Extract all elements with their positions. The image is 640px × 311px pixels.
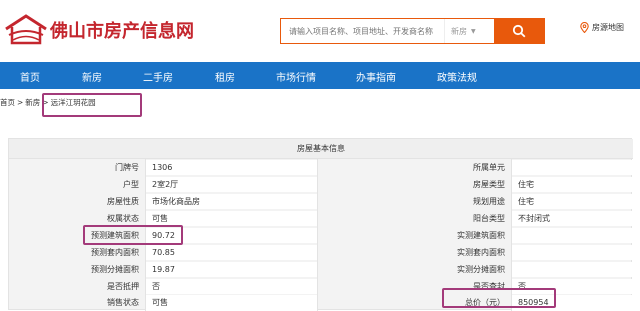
row-value: 否: [146, 279, 317, 294]
house-map-link[interactable]: 房源地图: [580, 22, 624, 33]
row-value: 住宅: [512, 177, 633, 192]
row-label: 实测套内面积: [457, 248, 505, 257]
row-label: 是否抵押: [107, 282, 139, 291]
search-icon: [512, 24, 526, 38]
search-bar: 新房 ▼: [280, 18, 545, 44]
row-label: 门牌号: [115, 163, 139, 172]
nav-item-new-homes[interactable]: 新房: [82, 69, 102, 84]
search-type-label: 新房: [451, 26, 467, 36]
price-highlight-box: [442, 288, 556, 308]
site-name: 佛山市房产信息网: [50, 21, 194, 42]
row-value: 1306: [146, 160, 317, 175]
info-row: 预测套内面积 70.85 实测套内面积: [9, 245, 633, 260]
chevron-down-icon: ▼: [471, 27, 476, 35]
row-label: 房屋类型: [473, 180, 505, 189]
row-value: [512, 262, 633, 277]
row-value: 不封闭式: [512, 211, 633, 226]
info-row: 权属状态 可售 阳台类型 不封闭式: [9, 211, 633, 226]
row-label: 房屋性质: [107, 197, 139, 206]
main-nav: 首页 新房 二手房 租房 市场行情 办事指南 政策法规: [0, 62, 640, 89]
nav-item-home[interactable]: 首页: [20, 69, 40, 84]
row-value: 市场化商品房: [146, 194, 317, 209]
info-row: 门牌号 1306 所属单元: [9, 160, 633, 175]
row-label: 阳台类型: [473, 214, 505, 223]
search-input[interactable]: [281, 19, 444, 43]
row-label: 权属状态: [107, 214, 139, 223]
nav-item-rental[interactable]: 租房: [215, 69, 235, 84]
nav-item-guide[interactable]: 办事指南: [356, 69, 396, 84]
search-button[interactable]: [494, 19, 544, 43]
row-value: 住宅: [512, 194, 633, 209]
row-label: 实测分摊面积: [457, 265, 505, 274]
house-logo-icon: [5, 14, 47, 45]
house-info-panel: 房屋基本信息 门牌号 1306 所属单元 户型 2室2厅 房屋类型 住宅 房屋性…: [8, 138, 633, 311]
site-header: 佛山市房产信息网 新房 ▼ 房源地图: [0, 0, 640, 62]
nav-item-second-hand[interactable]: 二手房: [143, 69, 173, 84]
info-row: 房屋性质 市场化商品房 规划用途 住宅: [9, 194, 633, 209]
row-label: 所属单元: [473, 163, 505, 172]
row-label: 户型: [123, 180, 139, 189]
house-map-label: 房源地图: [592, 23, 624, 32]
nav-item-policy[interactable]: 政策法规: [437, 69, 477, 84]
search-type-select[interactable]: 新房 ▼: [444, 19, 494, 43]
row-label: 预测分摊面积: [91, 265, 139, 274]
row-label: 规划用途: [473, 197, 505, 206]
map-pin-icon: [580, 22, 589, 33]
nav-item-market[interactable]: 市场行情: [276, 69, 316, 84]
row-label: 实测建筑面积: [457, 231, 505, 240]
area-highlight-box: [83, 225, 183, 245]
breadcrumb-home[interactable]: 首页: [0, 97, 15, 108]
row-label: 销售状态: [107, 298, 139, 307]
row-value: 可售: [146, 211, 317, 226]
row-value: [512, 160, 633, 175]
row-value: 70.85: [146, 245, 317, 260]
panel-title: 房屋基本信息: [9, 139, 633, 159]
breadcrumb-highlight-box: [42, 93, 142, 117]
info-row: 预测分摊面积 19.87 实测分摊面积: [9, 262, 633, 277]
info-row: 户型 2室2厅 房屋类型 住宅: [9, 177, 633, 192]
row-value: 可售: [146, 295, 317, 310]
breadcrumb-new-homes[interactable]: 新房: [25, 97, 40, 108]
row-value: [512, 228, 633, 243]
row-value: [512, 245, 633, 260]
row-value: 2室2厅: [146, 177, 317, 192]
row-value: 19.87: [146, 262, 317, 277]
site-logo[interactable]: 佛山市房产信息网: [4, 12, 194, 48]
breadcrumb-separator: >: [17, 98, 24, 107]
row-label: 预测套内面积: [91, 248, 139, 257]
